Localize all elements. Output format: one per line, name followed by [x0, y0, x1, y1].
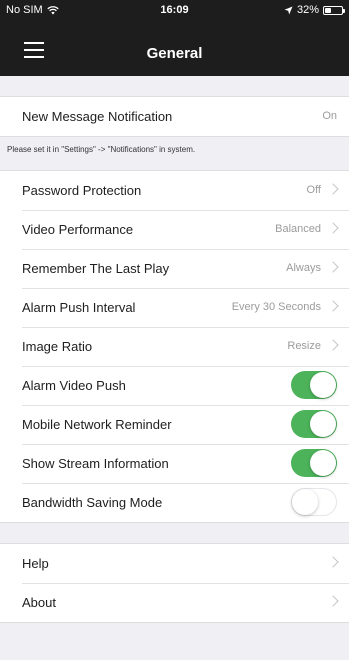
- show-stream-information-toggle[interactable]: [291, 449, 337, 477]
- toggle-row-show-stream-information: Show Stream Information: [0, 444, 349, 483]
- toggle-row-bandwidth-saving-mode: Bandwidth Saving Mode: [0, 483, 349, 522]
- more-row-label: About: [22, 595, 56, 610]
- notification-value: On: [322, 110, 337, 122]
- settings-row-value: Every 30 Seconds: [231, 301, 321, 313]
- toggle-row-label: Mobile Network Reminder: [22, 417, 172, 432]
- location-arrow-icon: [284, 6, 293, 14]
- status-right: 32%: [284, 4, 345, 16]
- settings-row-label: Remember The Last Play: [22, 261, 170, 276]
- settings-row-label: Password Protection: [22, 183, 142, 198]
- settings-row-value: Resize: [287, 340, 321, 352]
- notification-row[interactable]: New Message Notification On: [0, 97, 349, 136]
- more-row-help[interactable]: Help: [0, 544, 349, 583]
- settings-row-video-performance[interactable]: Video Performance Balanced: [0, 210, 349, 249]
- settings-row-image-ratio[interactable]: Image Ratio Resize: [0, 327, 349, 366]
- notification-group: New Message Notification On: [0, 96, 349, 137]
- chevron-right-icon: [327, 183, 339, 195]
- toggle-row-label: Show Stream Information: [22, 456, 169, 471]
- more-row-about[interactable]: About: [0, 583, 349, 622]
- settings-group: Password Protection Off Video Performanc…: [0, 170, 349, 523]
- chevron-right-icon: [327, 595, 339, 607]
- mobile-network-reminder-toggle[interactable]: [291, 410, 337, 438]
- battery-percent: 32%: [296, 4, 319, 16]
- settings-row-value: Balanced: [275, 223, 321, 235]
- chevron-right-icon: [327, 300, 339, 312]
- more-group: Help About: [0, 543, 349, 623]
- battery-icon: [323, 5, 345, 15]
- settings-row-remember-last-play[interactable]: Remember The Last Play Always: [0, 249, 349, 288]
- settings-row-value: Always: [286, 262, 321, 274]
- bandwidth-saving-mode-toggle[interactable]: [291, 488, 337, 516]
- status-bar: No SIM 16:09 32%: [0, 0, 349, 20]
- toggle-row-mobile-network-reminder: Mobile Network Reminder: [0, 405, 349, 444]
- alarm-video-push-toggle[interactable]: [291, 371, 337, 399]
- chevron-right-icon: [327, 261, 339, 273]
- settings-row-label: Image Ratio: [22, 339, 93, 354]
- notification-label: New Message Notification: [22, 109, 173, 124]
- toggle-row-alarm-video-push: Alarm Video Push: [0, 366, 349, 405]
- chevron-right-icon: [327, 339, 339, 351]
- settings-row-password[interactable]: Password Protection Off: [0, 171, 349, 210]
- settings-content: New Message Notification On Please set i…: [0, 76, 349, 623]
- settings-row-alarm-push-interval[interactable]: Alarm Push Interval Every 30 Seconds: [0, 288, 349, 327]
- settings-row-value: Off: [306, 184, 321, 196]
- page-title: General: [146, 45, 203, 62]
- toggle-row-label: Alarm Video Push: [22, 378, 126, 393]
- settings-row-label: Alarm Push Interval: [22, 300, 136, 315]
- toggle-row-label: Bandwidth Saving Mode: [22, 495, 163, 510]
- chevron-right-icon: [327, 556, 339, 568]
- nav-bar: General: [0, 20, 349, 76]
- more-row-label: Help: [22, 556, 49, 571]
- notification-note: Please set it in "Settings" -> "Notifica…: [7, 145, 196, 154]
- chevron-right-icon: [327, 222, 339, 234]
- settings-row-label: Video Performance: [22, 222, 134, 237]
